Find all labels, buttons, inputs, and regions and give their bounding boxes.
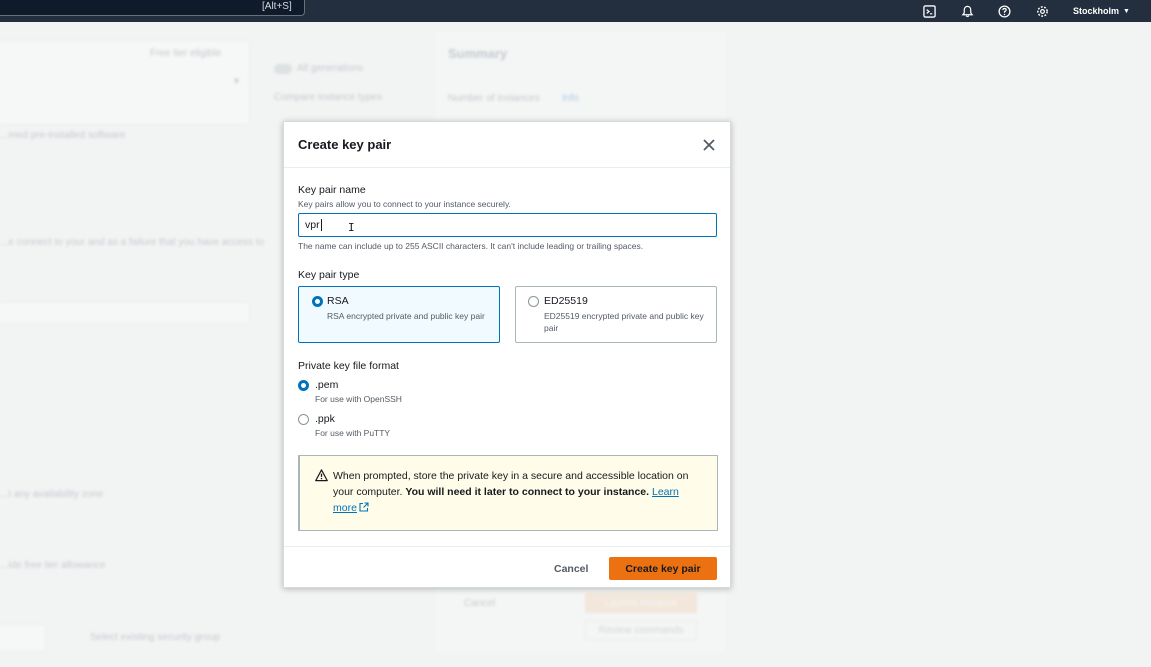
key-pair-name-hint: The name can include up to 255 ASCII cha…: [298, 241, 644, 251]
top-navigation-bar: [Alt+S] Stockholm ▼: [0, 0, 1151, 22]
search-input[interactable]: [0, 0, 305, 16]
type-option-ed25519[interactable]: ED25519 ED25519 encrypted private and pu…: [515, 286, 717, 343]
ppk-description: For use with PuTTY: [315, 428, 391, 438]
rsa-radio[interactable]: [312, 296, 323, 307]
text-caret: [320, 219, 322, 231]
region-label: Stockholm: [1073, 6, 1120, 16]
key-pair-name-input[interactable]: vpr: [298, 213, 717, 237]
ed25519-radio[interactable]: [528, 296, 539, 307]
text-cursor-icon: I: [348, 221, 355, 234]
gear-icon[interactable]: [1031, 0, 1053, 22]
ppk-radio[interactable]: [298, 414, 309, 425]
warning-icon: [315, 469, 328, 482]
caret-down-icon: ▼: [1123, 7, 1130, 15]
key-format-label: Private key file format: [298, 360, 399, 372]
modal-footer: Cancel Create key pair: [284, 546, 730, 589]
key-pair-type-label: Key pair type: [298, 269, 360, 281]
modal-title: Create key pair: [298, 137, 392, 152]
search-shortcut-hint: [Alt+S]: [262, 1, 292, 12]
create-key-pair-button[interactable]: Create key pair: [609, 557, 717, 580]
close-icon[interactable]: [700, 136, 718, 154]
key-pair-name-description: Key pairs allow you to connect to your i…: [298, 199, 511, 209]
key-pair-name-value: vpr: [305, 219, 320, 231]
create-key-pair-modal: Create key pair Key pair name Key pairs …: [283, 121, 731, 588]
cloudshell-icon[interactable]: [918, 0, 940, 22]
key-pair-name-label: Key pair name: [298, 184, 366, 196]
ppk-title[interactable]: .ppk: [315, 413, 335, 425]
help-icon[interactable]: [993, 0, 1015, 22]
rsa-title: RSA: [327, 295, 349, 307]
ed25519-description: ED25519 encrypted private and public key…: [544, 311, 704, 333]
pem-radio[interactable]: [298, 380, 309, 391]
private-key-warning: When prompted, store the private key in …: [298, 455, 718, 531]
region-selector[interactable]: Stockholm ▼: [1073, 2, 1130, 20]
bell-icon[interactable]: [956, 0, 978, 22]
type-option-rsa[interactable]: RSA RSA encrypted private and public key…: [298, 286, 500, 343]
rsa-description: RSA encrypted private and public key pai…: [327, 311, 485, 321]
ed25519-title: ED25519: [544, 295, 588, 307]
pem-description: For use with OpenSSH: [315, 394, 402, 404]
external-link-icon: [359, 502, 369, 512]
modal-header: Create key pair: [284, 122, 730, 168]
cancel-button[interactable]: Cancel: [546, 559, 596, 579]
warning-text: When prompted, store the private key in …: [333, 468, 705, 516]
pem-title[interactable]: .pem: [315, 379, 338, 391]
warning-text-bold: You will need it later to connect to you…: [405, 486, 650, 498]
